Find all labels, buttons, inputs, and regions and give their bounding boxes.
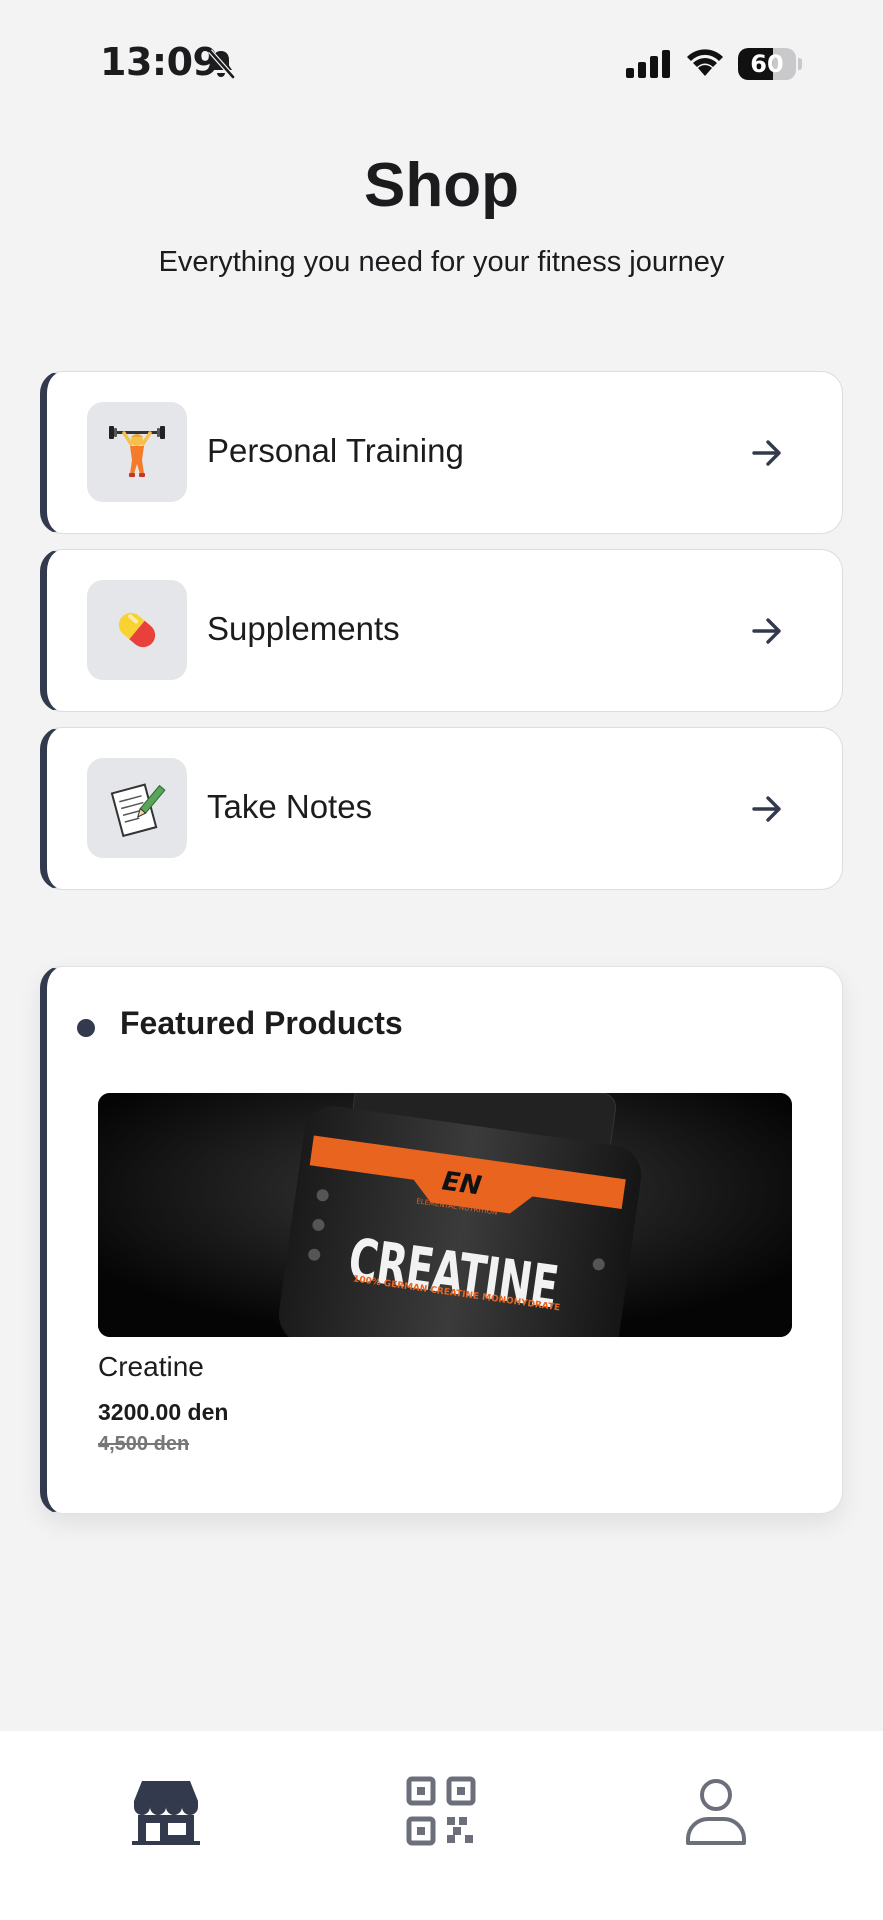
storefront-icon xyxy=(132,1781,200,1845)
battery-percent: 60 xyxy=(750,50,784,78)
qr-code-icon xyxy=(406,1776,476,1846)
wifi-icon xyxy=(687,49,723,76)
menu-label: Personal Training xyxy=(207,432,464,469)
nav-shop-tab[interactable] xyxy=(126,1771,206,1851)
product-name: Creatine xyxy=(98,1351,204,1382)
pill-icon xyxy=(118,612,156,648)
product-card[interactable]: EN ELEMENTAL NUTRITION CREATINE 100% GER… xyxy=(98,1093,792,1455)
bell-off-icon xyxy=(208,49,235,79)
page-title: Shop xyxy=(364,151,519,220)
product-brand-logo: EN xyxy=(440,1166,484,1202)
icon-box xyxy=(87,402,187,502)
product-image: EN ELEMENTAL NUTRITION CREATINE 100% GER… xyxy=(98,1093,792,1337)
arrow-right-icon xyxy=(752,618,781,644)
featured-title: Featured Products xyxy=(120,1005,403,1041)
icon-box xyxy=(87,580,187,680)
status-bar: 13:09 60 xyxy=(0,0,883,130)
icon-box xyxy=(87,758,187,858)
signal-icon xyxy=(626,50,670,78)
product-old-price: 4,500 den xyxy=(98,1433,190,1455)
arrow-right-icon xyxy=(752,796,781,822)
bottom-nav xyxy=(0,1731,883,1920)
supplements-card[interactable]: Supplements xyxy=(40,549,843,712)
battery-indicator: 60 xyxy=(738,48,802,80)
menu-label: Take Notes xyxy=(207,788,373,825)
nav-profile-tab[interactable] xyxy=(676,1771,756,1851)
personal-training-card[interactable]: Personal Training xyxy=(40,371,843,534)
menu-label: Supplements xyxy=(207,610,400,647)
memo-icon xyxy=(110,783,166,838)
take-notes-card[interactable]: Take Notes xyxy=(40,727,843,890)
nav-qr-tab[interactable] xyxy=(401,1771,481,1851)
product-price: 3200.00 den xyxy=(98,1399,229,1425)
weightlifter-icon xyxy=(109,426,165,477)
featured-products-section: Featured Products EN ELEMENTAL NUTRITION… xyxy=(40,966,843,1514)
arrow-right-icon xyxy=(752,440,781,466)
status-time: 13:09 xyxy=(100,40,219,84)
bullet-dot xyxy=(77,1019,95,1037)
page-subtitle: Everything you need for your fitness jou… xyxy=(158,246,725,278)
user-icon xyxy=(686,1779,746,1845)
